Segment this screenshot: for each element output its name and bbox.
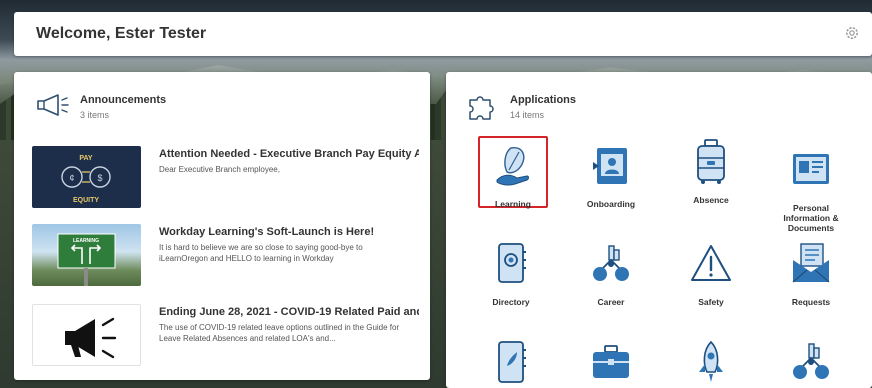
rocket-icon <box>699 340 723 382</box>
app-label: Requests <box>791 297 831 307</box>
announcement-item[interactable]: Ending June 28, 2021 - COVID-19 Related … <box>32 304 422 368</box>
app-learning[interactable]: Learning <box>478 136 548 209</box>
announcements-title[interactable]: Announcements <box>80 94 166 106</box>
app-label: Onboarding <box>586 199 636 209</box>
app-personal-information[interactable]: Personal Information & Documents <box>770 146 852 233</box>
app-onboarding[interactable]: Onboarding <box>570 142 652 209</box>
safety-icon <box>691 245 731 281</box>
pay-equity-thumbnail: PAY ¢ $ EQUITY <box>32 146 141 208</box>
gear-icon[interactable] <box>844 25 860 41</box>
applications-title[interactable]: Applications <box>510 94 576 106</box>
app-directory[interactable]: Directory <box>470 240 552 307</box>
app-rocket[interactable] <box>670 338 752 388</box>
announcements-count: 3 items <box>80 110 110 120</box>
absence-icon <box>697 139 725 184</box>
app-notebook[interactable] <box>470 338 552 388</box>
announcement-body: It is hard to believe we are so close to… <box>159 243 363 263</box>
directory-icon <box>498 243 526 283</box>
requests-icon <box>792 243 830 283</box>
svg-text:¢: ¢ <box>69 173 74 183</box>
app-career[interactable]: Career <box>570 240 652 307</box>
puzzle-icon <box>469 96 494 120</box>
megaphone-icon <box>37 94 69 116</box>
svg-text:LEARNING: LEARNING <box>73 238 99 244</box>
app-safety[interactable]: Safety <box>670 240 752 307</box>
announcement-title[interactable]: Attention Needed - Executive Branch Pay … <box>159 148 419 160</box>
onboarding-icon <box>593 148 627 184</box>
app-label: Personal Information & Documents <box>783 203 839 233</box>
applications-count: 14 items <box>510 110 545 120</box>
briefcase-icon <box>593 345 629 378</box>
announcement-title[interactable]: Workday Learning's Soft-Launch is Here! <box>159 226 419 238</box>
app-absence[interactable]: Absence <box>670 138 752 205</box>
app-label: Career <box>597 297 625 307</box>
svg-text:EQUITY: EQUITY <box>73 197 99 204</box>
career-icon <box>793 343 829 379</box>
app-label: Directory <box>492 297 530 307</box>
announcement-body: The use of COVID-19 related leave option… <box>159 323 400 343</box>
applications-panel: Applications 14 items Learning Onboardin… <box>446 72 872 388</box>
svg-text:PAY: PAY <box>79 155 93 162</box>
svg-text:$: $ <box>97 173 102 183</box>
announcement-item[interactable]: LEARNING Workday Learning's Soft-Launch … <box>32 224 422 288</box>
learning-icon <box>496 147 529 186</box>
notebook-icon <box>498 341 526 383</box>
announcement-title[interactable]: Ending June 28, 2021 - COVID-19 Related … <box>159 306 419 318</box>
announcement-body: Dear Executive Branch employee, <box>159 165 280 174</box>
announcements-panel: Announcements 3 items PAY ¢ $ EQUITY Att… <box>14 72 430 380</box>
app-briefcase[interactable] <box>570 338 652 388</box>
welcome-header: Welcome, Ester Tester <box>14 12 872 56</box>
megaphone-thumbnail <box>32 304 141 366</box>
app-label: Safety <box>698 297 724 307</box>
career-icon <box>593 245 629 281</box>
welcome-title: Welcome, Ester Tester <box>36 25 207 42</box>
app-career-2[interactable] <box>770 338 852 388</box>
app-label: Absence <box>693 195 729 205</box>
personal-info-icon <box>793 154 829 184</box>
learning-sign-thumbnail: LEARNING <box>32 224 141 286</box>
app-requests[interactable]: Requests <box>770 240 852 307</box>
announcement-item[interactable]: PAY ¢ $ EQUITY Attention Needed - Execut… <box>32 146 422 210</box>
app-label: Learning <box>495 199 531 209</box>
